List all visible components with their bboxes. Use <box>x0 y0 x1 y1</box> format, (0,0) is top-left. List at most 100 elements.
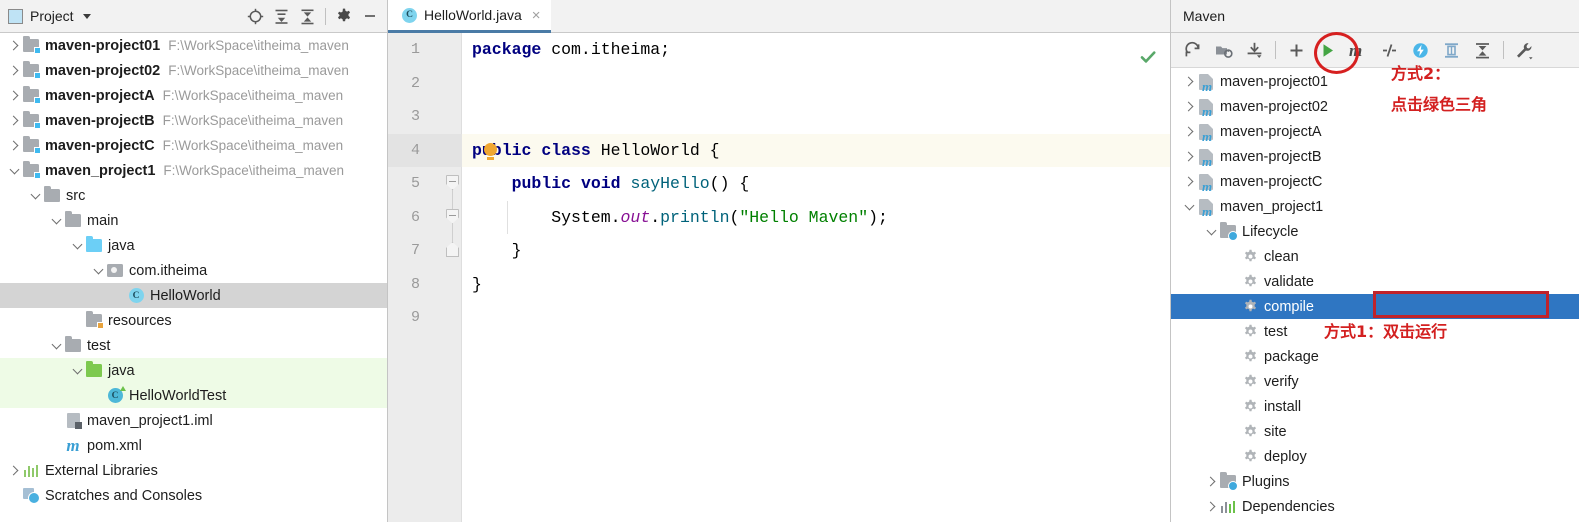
project-tree-row[interactable]: main <box>0 208 387 233</box>
run-maven-build-icon[interactable] <box>1312 35 1343 66</box>
project-tree-row[interactable]: maven-project01F:\WorkSpace\itheima_mave… <box>0 33 387 58</box>
code-fold-toggle-icon[interactable] <box>446 209 459 224</box>
chevron-down-icon[interactable] <box>48 333 64 358</box>
code-line[interactable] <box>462 67 1170 101</box>
project-tree-row[interactable]: maven-projectCF:\WorkSpace\itheima_maven <box>0 133 387 158</box>
project-tree-row[interactable]: maven_project1F:\WorkSpace\itheima_maven <box>0 158 387 183</box>
chevron-right-icon[interactable] <box>1181 169 1197 194</box>
editor-tab-helloworld[interactable]: C HelloWorld.java × <box>388 0 551 33</box>
project-tree[interactable]: maven-project01F:\WorkSpace\itheima_mave… <box>0 33 387 522</box>
chevron-down-icon[interactable] <box>1203 219 1219 244</box>
code-fold-toggle-icon[interactable] <box>446 175 459 190</box>
code-line[interactable]: public class HelloWorld { <box>462 134 1170 168</box>
project-tree-row[interactable]: maven-projectBF:\WorkSpace\itheima_maven <box>0 108 387 133</box>
project-tree-row[interactable]: Scratches and Consoles <box>0 483 387 508</box>
project-tree-row[interactable]: maven_project1.iml <box>0 408 387 433</box>
chevron-right-icon[interactable] <box>1203 494 1219 519</box>
inspection-ok-check-icon[interactable] <box>1140 49 1156 65</box>
maven-tree-row[interactable]: maven_project1 <box>1171 194 1579 219</box>
chevron-right-icon[interactable] <box>6 108 22 133</box>
intention-bulb-icon[interactable] <box>484 143 497 156</box>
maven-tree-row[interactable]: validate <box>1171 269 1579 294</box>
maven-tree-row[interactable]: site <box>1171 419 1579 444</box>
maven-tree-row[interactable]: Dependencies <box>1171 494 1579 519</box>
code-line[interactable]: } <box>462 268 1170 302</box>
maven-tree-row[interactable]: deploy <box>1171 444 1579 469</box>
chevron-right-icon[interactable] <box>1181 119 1197 144</box>
editor-gutter[interactable]: 123456789 <box>388 33 462 522</box>
code-line[interactable]: } <box>462 234 1170 268</box>
maven-tree-row[interactable]: maven-project01 <box>1171 69 1579 94</box>
chevron-down-icon[interactable] <box>1181 194 1197 219</box>
project-tree-row[interactable]: External Libraries <box>0 458 387 483</box>
project-view-icon[interactable] <box>8 9 23 24</box>
maven-project-icon <box>1197 98 1215 116</box>
project-tree-row[interactable]: maven-project02F:\WorkSpace\itheima_mave… <box>0 58 387 83</box>
download-sources-icon[interactable] <box>1239 35 1270 66</box>
maven-tree-row[interactable]: verify <box>1171 369 1579 394</box>
chevron-down-icon[interactable] <box>27 183 43 208</box>
project-tree-row[interactable]: src <box>0 183 387 208</box>
code-text-area[interactable]: } } System.out.println("Hello Maven"); p… <box>462 33 1170 522</box>
expand-all-icon[interactable] <box>268 3 294 29</box>
maven-tree-row[interactable]: package <box>1171 344 1579 369</box>
maven-tree-row[interactable]: maven-projectA <box>1171 119 1579 144</box>
project-tree-row[interactable]: java <box>0 233 387 258</box>
maven-tree-row[interactable]: maven-projectB <box>1171 144 1579 169</box>
settings-wrench-icon[interactable] <box>1509 35 1540 66</box>
locate-icon[interactable] <box>242 3 268 29</box>
chevron-right-icon[interactable] <box>6 33 22 58</box>
execute-maven-goal-icon[interactable]: m <box>1343 35 1374 66</box>
code-line[interactable] <box>462 100 1170 134</box>
chevron-down-icon[interactable] <box>6 158 22 183</box>
maven-tree-row[interactable]: Lifecycle <box>1171 219 1579 244</box>
project-tree-row[interactable]: maven-projectAF:\WorkSpace\itheima_maven <box>0 83 387 108</box>
generate-sources-icon[interactable] <box>1208 35 1239 66</box>
chevron-right-icon[interactable] <box>1181 144 1197 169</box>
toolbar-separator <box>325 8 326 25</box>
maven-tree-row[interactable]: install <box>1171 394 1579 419</box>
collapse-all-icon[interactable] <box>1467 35 1498 66</box>
chevron-down-icon[interactable] <box>69 233 85 258</box>
project-tree-row[interactable]: test <box>0 333 387 358</box>
chevron-right-icon[interactable] <box>6 58 22 83</box>
project-tree-row[interactable]: java <box>0 358 387 383</box>
add-icon[interactable] <box>1281 35 1312 66</box>
chevron-down-icon[interactable] <box>83 14 91 19</box>
code-line[interactable]: public void sayHello() { <box>462 167 1170 201</box>
maven-tree-row[interactable]: maven-project02 <box>1171 94 1579 119</box>
project-tree-row[interactable]: com.itheima <box>0 258 387 283</box>
close-icon[interactable]: × <box>532 8 541 23</box>
code-fold-toggle-icon[interactable] <box>446 242 459 257</box>
tree-indent <box>1225 344 1241 369</box>
maven-goal-gear-icon <box>1241 248 1259 266</box>
chevron-right-icon[interactable] <box>1181 94 1197 119</box>
minimize-icon[interactable] <box>357 3 383 29</box>
gear-icon[interactable] <box>331 3 357 29</box>
maven-tree-row[interactable]: compile <box>1171 294 1579 319</box>
project-tree-row[interactable]: mpom.xml <box>0 433 387 458</box>
chevron-right-icon[interactable] <box>1181 69 1197 94</box>
code-line[interactable] <box>462 301 1170 335</box>
maven-tree-row[interactable]: clean <box>1171 244 1579 269</box>
chevron-right-icon[interactable] <box>6 458 22 483</box>
module-folder-icon <box>22 37 40 55</box>
chevron-right-icon[interactable] <box>6 83 22 108</box>
maven-tree-row[interactable]: Plugins <box>1171 469 1579 494</box>
code-line[interactable]: package com.itheima; <box>462 33 1170 67</box>
chevron-down-icon[interactable] <box>48 208 64 233</box>
project-tree-row[interactable]: CHelloWorldTest <box>0 383 387 408</box>
module-folder-icon <box>22 137 40 155</box>
collapse-all-icon[interactable] <box>294 3 320 29</box>
module-folder-icon <box>22 112 40 130</box>
chevron-down-icon[interactable] <box>90 258 106 283</box>
maven-tree-row[interactable]: maven-projectC <box>1171 169 1579 194</box>
project-tree-row[interactable]: CHelloWorld <box>0 283 387 308</box>
refresh-icon[interactable] <box>1177 35 1208 66</box>
maven-tree[interactable]: maven-project01maven-project02maven-proj… <box>1171 69 1579 522</box>
chevron-right-icon[interactable] <box>1203 469 1219 494</box>
code-line[interactable]: System.out.println("Hello Maven"); <box>462 201 1170 235</box>
chevron-down-icon[interactable] <box>69 358 85 383</box>
project-tree-row[interactable]: resources <box>0 308 387 333</box>
chevron-right-icon[interactable] <box>6 133 22 158</box>
